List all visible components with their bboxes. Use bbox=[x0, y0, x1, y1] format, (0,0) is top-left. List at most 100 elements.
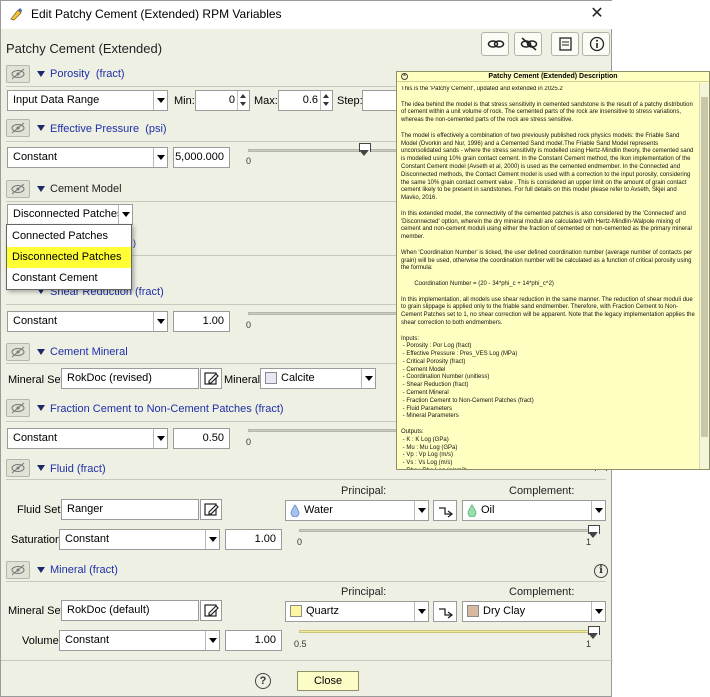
fraction-visibility-toggle[interactable] bbox=[6, 399, 30, 417]
description-scrollbar[interactable] bbox=[699, 83, 709, 469]
fluid-visibility-toggle[interactable] bbox=[6, 459, 30, 477]
quartz-swatch bbox=[290, 605, 302, 617]
mineral-complement-select[interactable]: Dry Clay bbox=[462, 601, 606, 622]
app-icon bbox=[9, 7, 23, 21]
porosity-max-value: 0.6 bbox=[302, 94, 318, 106]
footer-separator bbox=[1, 660, 613, 661]
volume-slider-track[interactable] bbox=[299, 630, 593, 633]
porosity-title-name: Porosity bbox=[50, 68, 90, 80]
mineral-info-icon[interactable]: i bbox=[594, 564, 608, 578]
fraction-source-value: Constant bbox=[13, 432, 58, 444]
shear-source-select[interactable]: Constant bbox=[7, 311, 168, 332]
hidden-eye-icon bbox=[11, 68, 25, 80]
mineral-swap-button[interactable] bbox=[433, 601, 457, 622]
cement-model-value: Disconnected Patches bbox=[13, 208, 123, 220]
fluid-set-value: Ranger bbox=[67, 503, 104, 515]
fluid-set-edit-button[interactable] bbox=[200, 499, 222, 520]
pressure-tick-min: 0 bbox=[246, 156, 252, 166]
swap-arrow-icon bbox=[439, 608, 454, 619]
cement-model-option-connected[interactable]: Connected Patches bbox=[7, 226, 131, 247]
pressure-collapse-icon[interactable] bbox=[37, 125, 45, 131]
chevron-down-icon bbox=[361, 369, 375, 388]
mineral-visibility-toggle[interactable] bbox=[6, 561, 30, 579]
help-icon[interactable]: ? bbox=[255, 673, 271, 689]
fluid-complement-select[interactable]: Oil bbox=[462, 500, 606, 521]
mineral-set-value: RokDoc (default) bbox=[67, 604, 150, 616]
porosity-max-spinner[interactable]: 0.6 bbox=[278, 90, 333, 111]
close-button[interactable]: Close bbox=[297, 671, 359, 691]
mineral-set-edit-button[interactable] bbox=[200, 600, 222, 621]
saturation-slider-track[interactable] bbox=[299, 529, 593, 532]
fraction-tick-min: 0 bbox=[246, 437, 252, 447]
shear-slider-track[interactable] bbox=[248, 312, 398, 315]
pressure-source-select[interactable]: Constant bbox=[7, 147, 168, 168]
cement-mineral-set-field[interactable]: RokDoc (revised) bbox=[61, 368, 199, 389]
cement-model-option-constant[interactable]: Constant Cement bbox=[7, 268, 131, 289]
swap-arrow-icon bbox=[439, 507, 454, 518]
fluid-set-field[interactable]: Ranger bbox=[61, 499, 199, 520]
fluid-complement-label: Complement: bbox=[509, 485, 575, 497]
chevron-down-icon bbox=[118, 205, 132, 224]
description-body: This is the 'Patchy Cement', updated and… bbox=[401, 86, 695, 469]
fraction-unit: (fract) bbox=[254, 403, 284, 415]
info-button[interactable] bbox=[582, 32, 610, 56]
dry-clay-swatch bbox=[467, 605, 479, 617]
hidden-eye-icon bbox=[11, 402, 25, 414]
fluid-principal-select[interactable]: Water bbox=[285, 500, 429, 521]
fluid-title-name: Fluid bbox=[50, 463, 74, 475]
volume-source-select[interactable]: Constant bbox=[59, 630, 220, 651]
chevron-down-icon bbox=[153, 148, 167, 167]
description-close-icon[interactable]: × bbox=[401, 73, 408, 80]
fraction-collapse-icon[interactable] bbox=[37, 405, 45, 411]
fluid-separator bbox=[6, 479, 606, 480]
fraction-slider-track[interactable] bbox=[248, 429, 398, 432]
shear-value-field[interactable]: 1.00 bbox=[173, 311, 230, 332]
edit-description-button[interactable] bbox=[551, 32, 579, 56]
volume-slider-thumb[interactable] bbox=[588, 626, 600, 639]
pressure-value-field[interactable]: 5,000.000 bbox=[173, 147, 230, 168]
hidden-eye-icon bbox=[11, 462, 25, 474]
fraction-value-field[interactable]: 0.50 bbox=[173, 428, 230, 449]
volume-value-field[interactable]: 1.00 bbox=[225, 630, 282, 651]
saturation-label: Saturation: bbox=[11, 534, 65, 546]
mineral-principal-select[interactable]: Quartz bbox=[285, 601, 429, 622]
porosity-min-spinner[interactable]: 0 bbox=[195, 90, 250, 111]
porosity-max-label: Max: bbox=[254, 95, 278, 107]
porosity-source-select[interactable]: Input Data Range bbox=[7, 90, 168, 111]
pressure-visibility-toggle[interactable] bbox=[6, 119, 30, 137]
porosity-visibility-toggle[interactable] bbox=[6, 65, 30, 83]
calcite-swatch bbox=[265, 372, 277, 384]
porosity-collapse-icon[interactable] bbox=[37, 71, 45, 77]
saturation-value-field[interactable]: 1.00 bbox=[225, 529, 282, 550]
cement-model-option-disconnected[interactable]: Disconnected Patches bbox=[7, 247, 131, 268]
fraction-title: Fraction Cement to Non-Cement Patches (f… bbox=[50, 403, 284, 415]
fraction-source-select[interactable]: Constant bbox=[7, 428, 168, 449]
window-close-button[interactable]: ✕ bbox=[585, 3, 609, 25]
porosity-title: Porosity (fract) bbox=[50, 68, 125, 80]
mineral-collapse-icon[interactable] bbox=[37, 567, 45, 573]
pressure-slider-thumb[interactable] bbox=[359, 143, 371, 156]
cement-mineral-edit-button[interactable] bbox=[200, 368, 222, 389]
fluid-swap-button[interactable] bbox=[433, 500, 457, 521]
pressure-unit: (psi) bbox=[145, 123, 167, 135]
edit-pencil-icon bbox=[204, 372, 219, 385]
fluid-collapse-icon[interactable] bbox=[37, 465, 45, 471]
saturation-source-select[interactable]: Constant bbox=[59, 529, 220, 550]
pressure-slider-track[interactable] bbox=[248, 149, 398, 152]
volume-tick-min: 0.5 bbox=[294, 639, 307, 649]
unlink-button[interactable] bbox=[514, 32, 542, 56]
cement-model-select[interactable]: Disconnected Patches bbox=[7, 204, 133, 225]
link-button[interactable] bbox=[481, 32, 509, 56]
cement-mineral-collapse-icon[interactable] bbox=[37, 349, 45, 355]
cement-model-collapse-icon[interactable] bbox=[37, 186, 45, 192]
cement-mineral-select[interactable]: Calcite bbox=[260, 368, 376, 389]
saturation-source-value: Constant bbox=[65, 533, 110, 545]
description-scroll-thumb[interactable] bbox=[701, 97, 708, 437]
mineral-set-field[interactable]: RokDoc (default) bbox=[61, 600, 199, 621]
mineral-complement-value: Dry Clay bbox=[483, 605, 526, 617]
window-title: Edit Patchy Cement (Extended) RPM Variab… bbox=[31, 7, 282, 21]
cement-mineral-set-label: Mineral Set: bbox=[8, 374, 67, 386]
cement-model-visibility-toggle[interactable] bbox=[6, 180, 30, 198]
cement-mineral-visibility-toggle[interactable] bbox=[6, 343, 30, 361]
fraction-title-name: Fraction Cement to Non-Cement Patches bbox=[50, 403, 252, 415]
